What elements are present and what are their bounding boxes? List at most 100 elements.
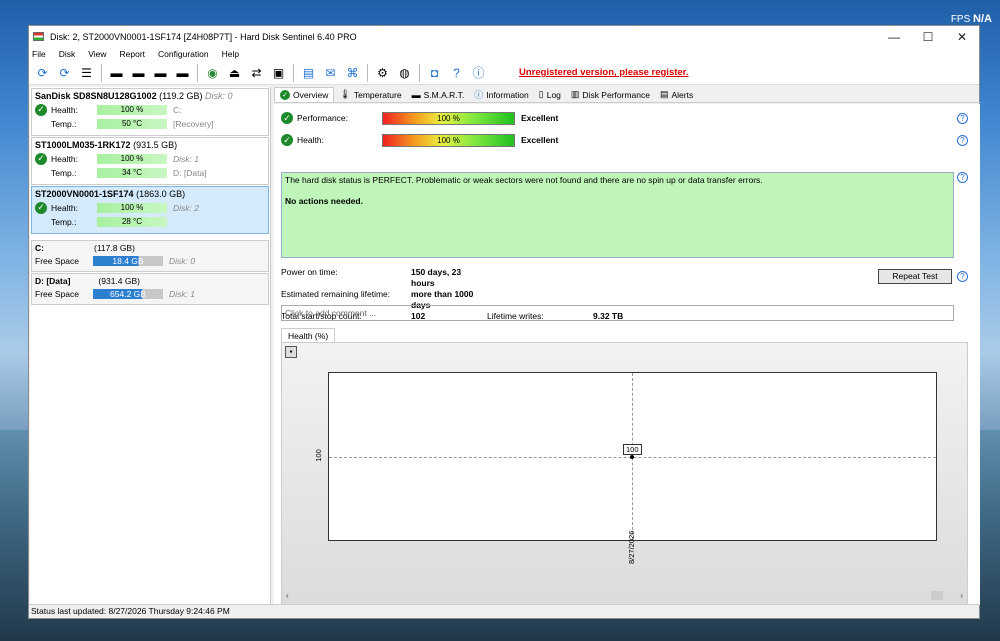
transfer-icon[interactable]: ⇄ <box>247 63 266 82</box>
disk-name: SanDisk SD8SN8U128G1002 <box>35 91 157 101</box>
disk-name: ST1000LM035-1RK172 <box>35 140 131 150</box>
health-label: Health: <box>51 202 78 213</box>
disk-list-icon[interactable]: ☰ <box>77 63 96 82</box>
camera-icon[interactable]: ◘ <box>425 63 444 82</box>
tab-alerts[interactable]: ▤ Alerts <box>655 87 698 102</box>
help-icon[interactable]: ? <box>957 135 968 146</box>
disk-ok-icon[interactable]: ▬ <box>151 63 170 82</box>
disk-test-icon[interactable]: ▬ <box>107 63 126 82</box>
toolbar-separator <box>197 63 198 82</box>
disk-entry-selected[interactable]: ST2000VN0001-1SF174 (1863.0 GB) ✓ Health:… <box>31 186 269 234</box>
status-box: The hard disk status is PERFECT. Problem… <box>281 172 954 258</box>
temp-label: Temp.: <box>51 216 77 227</box>
refresh-all-icon[interactable]: ⟳ <box>55 63 74 82</box>
performance-row: ✓ Performance: 100 % Excellent <box>281 111 558 125</box>
unregistered-link[interactable]: Unregistered version, please register. <box>519 67 689 78</box>
alert-icon: ▤ <box>659 89 669 99</box>
horizontal-scrollbar[interactable]: ‹ › <box>286 590 963 600</box>
maximize-button[interactable]: ☐ <box>911 30 945 44</box>
health-bar: 100 % <box>97 202 167 213</box>
scroll-right-icon[interactable]: › <box>960 591 963 600</box>
page-icon: ▯ <box>538 89 544 99</box>
performance-bar: 100 % <box>382 111 515 125</box>
disk-schedule-icon[interactable]: ▬ <box>129 63 148 82</box>
scroll-thumb[interactable] <box>931 590 943 600</box>
temp-bar: 50 °C <box>97 118 167 129</box>
tab-information[interactable]: ⓘ Information <box>469 87 534 102</box>
check-icon: ✓ <box>35 103 47 116</box>
help-icon[interactable]: ? <box>957 271 968 282</box>
power-on-value: 150 days, 23 hours <box>411 267 462 288</box>
gear-icon[interactable]: ⚙ <box>373 63 392 82</box>
minimize-button[interactable]: — <box>877 30 911 44</box>
help-icon[interactable]: ? <box>957 113 968 124</box>
help-icon[interactable]: ? <box>447 63 466 82</box>
tab-temperature[interactable]: 🌡 Temperature <box>334 87 406 102</box>
help-icon[interactable]: ? <box>957 172 968 183</box>
network-icon[interactable]: ⌘ <box>343 63 362 82</box>
status-bar: Status last updated: 8/27/2026 Thursday … <box>29 604 979 618</box>
details-panel: ✓ Overview 🌡 Temperature ▬ S.M.A.R.T. ⓘ Info… <box>274 87 980 605</box>
free-space-bar: 654.2 GB <box>93 288 163 299</box>
health-bar: 100 % <box>382 133 515 147</box>
comment-field[interactable]: Click to add comment ... <box>281 305 954 321</box>
toolbar: ⟳ ⟳ ☰ ▬ ▬ ▬ ▬ ◉ ⏏ ⇄ ▣ ▤ ✉ ⌘ ⚙ ◍ ◘ ? ⓘ Un… <box>29 61 979 85</box>
menu-disk[interactable]: Disk <box>59 49 76 59</box>
toolbar-separator <box>419 63 420 82</box>
x-tick-label: 8/27/2026 <box>627 530 636 564</box>
window-title: Disk: 2, ST2000VN0001-1SF174 [Z4H08P7T] … <box>50 31 357 42</box>
free-space-label: Free Space <box>35 288 79 299</box>
toolbar-separator <box>101 63 102 82</box>
tab-overview[interactable]: ✓ Overview <box>274 87 335 102</box>
disk-tools-icon[interactable]: ▬ <box>173 63 192 82</box>
disk-size: (931.5 GB) <box>133 140 178 150</box>
data-label: 100 <box>623 444 642 455</box>
fps-overlay: FPS N/A <box>950 13 992 25</box>
volume-entry[interactable]: C: (117.8 GB) Free Space 18.4 GB Disk: 0 <box>31 240 269 272</box>
y-tick-label: 100 <box>313 449 323 462</box>
disk-number: Disk: 1 <box>173 153 199 164</box>
disk-number: Disk: 0 <box>204 91 233 101</box>
health-label: Health: <box>51 153 78 164</box>
menu-configuration[interactable]: Configuration <box>158 49 209 59</box>
scroll-left-icon[interactable]: ‹ <box>286 591 289 600</box>
performance-level: Excellent <box>521 113 559 123</box>
disk-partition: [Recovery] <box>173 118 214 129</box>
check-icon: ✓ <box>281 112 293 124</box>
menu-help[interactable]: Help <box>222 49 239 59</box>
save-icon[interactable]: ▪ <box>285 346 297 358</box>
refresh-icon[interactable]: ⟳ <box>33 63 52 82</box>
volume-name: D: [Data] <box>35 276 71 286</box>
health-row: ✓ Health: 100 % Excellent <box>281 133 558 147</box>
backup-icon[interactable]: ▣ <box>269 63 288 82</box>
tab-health-chart[interactable]: Health (%) <box>281 328 336 343</box>
free-space-bar: 18.4 GB <box>93 255 163 266</box>
menu-file[interactable]: File <box>32 49 46 59</box>
menu-report[interactable]: Report <box>120 49 146 59</box>
disk-list-panel: SanDisk SD8SN8U128G1002 (119.2 GB) Disk:… <box>30 87 271 605</box>
repeat-test-button[interactable]: Repeat Test <box>878 269 952 284</box>
volume-entry[interactable]: D: [Data] (931.4 GB) Free Space 654.2 GB Di… <box>31 273 269 305</box>
disk-size: (1863.0 GB) <box>136 189 186 199</box>
close-button[interactable]: ✕ <box>945 30 979 44</box>
eject-icon[interactable]: ⏏ <box>225 63 244 82</box>
app-window: Disk: 2, ST2000VN0001-1SF174 [Z4H08P7T] … <box>28 25 980 619</box>
temp-label: Temp.: <box>51 118 77 129</box>
report-icon[interactable]: ▤ <box>299 63 318 82</box>
disk-entry[interactable]: ST1000LM035-1RK172 (931.5 GB) ✓ Health: 10… <box>31 137 269 185</box>
tab-smart[interactable]: ▬ S.M.A.R.T. <box>407 87 470 102</box>
thermometer-icon: 🌡 <box>339 89 351 99</box>
info-icon[interactable]: ⓘ <box>469 63 488 82</box>
menu-view[interactable]: View <box>88 49 106 59</box>
globe-icon[interactable]: ◉ <box>203 63 222 82</box>
tab-log[interactable]: ▯ Log <box>534 87 566 102</box>
chart-frame: ▪ 100 100 8/27/2026 ‹ › <box>281 342 968 605</box>
disk-partition: C: <box>173 104 182 115</box>
mail-icon[interactable]: ✉ <box>321 63 340 82</box>
chart-plot-area: 100 <box>328 372 937 541</box>
sound-icon[interactable]: ◍ <box>395 63 414 82</box>
tab-disk-performance[interactable]: ▥ Disk Performance <box>566 87 655 102</box>
health-bar: 100 % <box>97 104 167 115</box>
chart-icon: ▥ <box>570 89 580 99</box>
disk-entry[interactable]: SanDisk SD8SN8U128G1002 (119.2 GB) Disk:… <box>31 88 269 136</box>
